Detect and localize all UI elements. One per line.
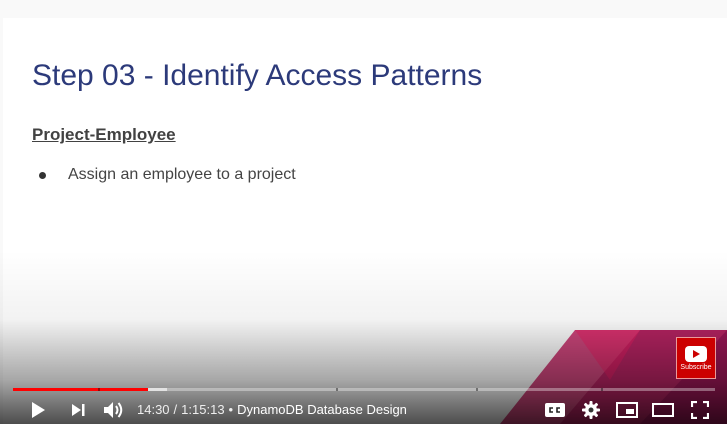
captions-icon [545, 403, 565, 417]
miniplayer-icon [616, 402, 638, 418]
miniplayer-button[interactable] [614, 398, 640, 422]
time-display: 14:30/1:15:13 • DynamoDB Database Design [137, 402, 407, 417]
progress-played [13, 388, 149, 391]
chapter-marker [98, 388, 100, 391]
subscribe-label: Subscribe [680, 363, 712, 371]
chapter-marker [476, 388, 478, 391]
theater-icon [652, 403, 674, 417]
volume-button[interactable] [101, 398, 127, 422]
time-separator: / [173, 402, 178, 417]
duration: 1:15:13 [181, 402, 225, 417]
chapter-marker [336, 388, 338, 391]
chapter-marker [601, 388, 603, 391]
current-time: 14:30 [137, 402, 170, 417]
chapter-separator: • [228, 402, 234, 417]
fullscreen-icon [691, 401, 709, 419]
fullscreen-button[interactable] [687, 398, 713, 422]
subscribe-watermark[interactable]: Subscribe [676, 337, 716, 379]
next-button[interactable] [66, 398, 90, 422]
captions-button[interactable] [542, 398, 568, 422]
youtube-logo-icon [685, 345, 707, 362]
next-icon [72, 404, 85, 416]
settings-button[interactable] [578, 398, 604, 422]
volume-icon [104, 402, 123, 418]
play-button[interactable] [26, 398, 50, 422]
video-player[interactable]: Step 03 - Identify Access Patterns Proje… [0, 0, 727, 424]
progress-bar[interactable] [13, 388, 715, 391]
chapter-title[interactable]: DynamoDB Database Design [237, 402, 407, 417]
control-bar: 14:30/1:15:13 • DynamoDB Database Design [0, 398, 727, 422]
play-icon [32, 402, 45, 418]
theater-mode-button[interactable] [650, 398, 676, 422]
gear-icon [582, 401, 600, 419]
